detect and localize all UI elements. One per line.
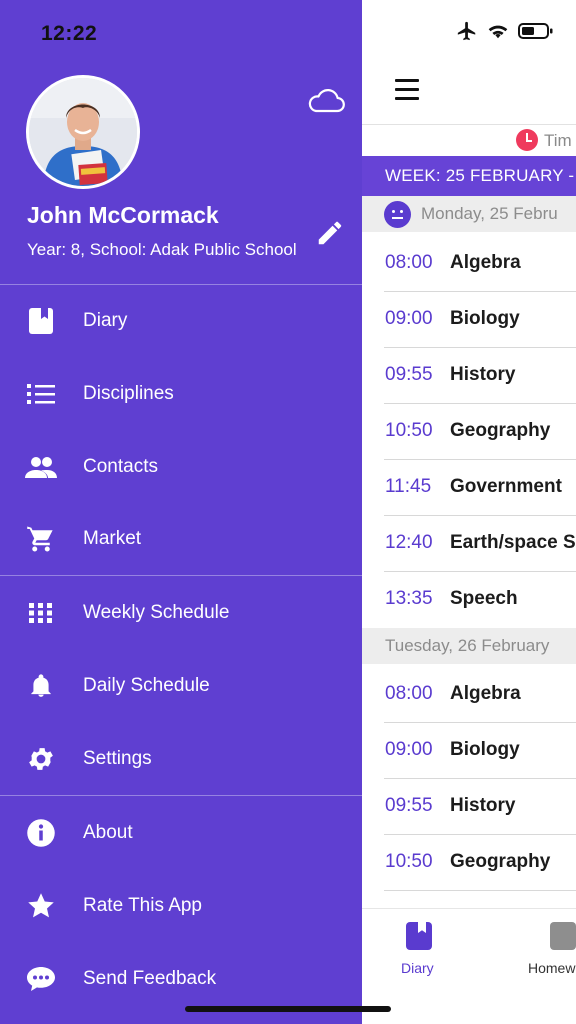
lesson-time: 11:45 bbox=[385, 476, 432, 497]
lesson-row[interactable]: 09:00 Biology bbox=[384, 723, 576, 779]
lesson-subject: Speech bbox=[450, 588, 518, 609]
lesson-subject: Biology bbox=[450, 739, 520, 760]
status-icons bbox=[456, 20, 554, 42]
lesson-row[interactable]: 09:55 History bbox=[384, 779, 576, 835]
day-label: Tuesday, 26 February bbox=[385, 636, 550, 655]
lesson-time: 09:00 bbox=[385, 308, 433, 329]
lesson-time: 08:00 bbox=[385, 252, 433, 273]
airplane-icon bbox=[457, 21, 476, 41]
bell-icon bbox=[25, 670, 57, 702]
lesson-row[interactable]: 09:55 History bbox=[384, 348, 576, 404]
diary-screen: Tim WEEK: 25 FEBRUARY - Monday, 25 Febru… bbox=[362, 0, 576, 1024]
avatar[interactable] bbox=[26, 75, 140, 189]
menu-label: Weekly Schedule bbox=[83, 602, 230, 623]
avatar-image bbox=[29, 78, 137, 186]
menu-icon[interactable] bbox=[395, 79, 419, 101]
pencil-icon[interactable] bbox=[315, 218, 345, 248]
menu-item-settings[interactable]: Settings bbox=[0, 729, 362, 789]
wifi-icon bbox=[488, 25, 508, 39]
menu-item-daily-schedule[interactable]: Daily Schedule bbox=[0, 656, 362, 716]
lesson-row[interactable]: 13:35 Speech bbox=[384, 572, 576, 628]
lesson-row[interactable]: 08:00 Algebra bbox=[384, 667, 576, 723]
menu-label: Rate This App bbox=[83, 895, 203, 916]
divider bbox=[0, 795, 362, 796]
menu-item-market[interactable]: Market bbox=[0, 509, 362, 569]
top-bar bbox=[362, 56, 576, 124]
menu-item-about[interactable]: About bbox=[0, 803, 362, 863]
home-indicator[interactable] bbox=[185, 1006, 391, 1012]
menu-item-weekly-schedule[interactable]: Weekly Schedule bbox=[0, 583, 362, 643]
star-icon bbox=[25, 890, 57, 922]
lesson-subject: Algebra bbox=[450, 252, 521, 273]
lesson-time: 12:40 bbox=[385, 532, 433, 553]
lesson-row[interactable]: 10:50 Geography bbox=[384, 835, 576, 891]
menu-item-rate-app[interactable]: Rate This App bbox=[0, 876, 362, 936]
lesson-subject: Government bbox=[450, 476, 562, 497]
timer-label: Tim bbox=[544, 131, 572, 150]
lesson-subject: History bbox=[450, 795, 516, 816]
menu-item-send-feedback[interactable]: Send Feedback bbox=[0, 949, 362, 1009]
diary-icon bbox=[25, 305, 57, 337]
user-info: Year: 8, School: Adak Public School bbox=[27, 240, 297, 259]
lesson-time: 09:55 bbox=[385, 795, 433, 816]
day-label: Monday, 25 Febru bbox=[421, 204, 558, 223]
timer-row[interactable]: Tim bbox=[362, 124, 576, 156]
battery-icon bbox=[518, 23, 553, 39]
side-drawer: 12:22 John McCormack Year: 8, School: Ad… bbox=[0, 0, 362, 1024]
people-icon bbox=[25, 451, 57, 483]
lesson-row[interactable]: 12:40 Earth/space S bbox=[384, 516, 576, 572]
lesson-subject: History bbox=[450, 364, 516, 385]
homework-tab-icon[interactable] bbox=[550, 922, 576, 950]
lesson-time: 08:00 bbox=[385, 683, 433, 704]
lesson-row[interactable]: 11:45 Government bbox=[384, 460, 576, 516]
menu-label: Market bbox=[83, 528, 142, 549]
status-time: 12:22 bbox=[41, 22, 98, 45]
cart-icon bbox=[25, 523, 57, 555]
lesson-subject: Geography bbox=[450, 851, 551, 872]
lesson-subject: Earth/space S bbox=[450, 532, 576, 553]
cloud-icon[interactable] bbox=[307, 88, 345, 114]
menu-item-diary[interactable]: Diary bbox=[0, 291, 362, 351]
lesson-subject: Biology bbox=[450, 308, 520, 329]
menu-label: About bbox=[83, 822, 133, 843]
lesson-row[interactable]: 09:00 Biology bbox=[384, 292, 576, 348]
tab-diary[interactable]: Diary bbox=[401, 960, 434, 976]
menu-item-disciplines[interactable]: Disciplines bbox=[0, 364, 362, 424]
lesson-time: 09:55 bbox=[385, 364, 433, 385]
tab-homework[interactable]: Homew bbox=[528, 960, 575, 976]
menu-label: Contacts bbox=[83, 456, 158, 477]
lesson-subject: Algebra bbox=[450, 683, 521, 704]
chat-icon bbox=[25, 963, 57, 995]
neutral-face-icon bbox=[384, 201, 411, 228]
lesson-subject: Geography bbox=[450, 420, 551, 441]
grid-icon bbox=[25, 597, 57, 629]
gear-icon bbox=[25, 743, 57, 775]
day-header: Monday, 25 Febru bbox=[362, 196, 576, 232]
lesson-row[interactable]: 10:50 Geography bbox=[384, 404, 576, 460]
menu-item-contacts[interactable]: Contacts bbox=[0, 437, 362, 497]
tab-bar: Diary Homew bbox=[362, 908, 576, 1024]
divider bbox=[0, 284, 362, 285]
list-icon bbox=[25, 378, 57, 410]
week-header: WEEK: 25 FEBRUARY - bbox=[362, 156, 576, 196]
divider bbox=[0, 575, 362, 576]
day-header: Tuesday, 26 February bbox=[362, 628, 576, 664]
lesson-row[interactable]: 08:00 Algebra bbox=[384, 236, 576, 292]
lesson-time: 09:00 bbox=[385, 739, 433, 760]
menu-label: Send Feedback bbox=[83, 968, 217, 989]
info-icon bbox=[25, 817, 57, 849]
lesson-time: 10:50 bbox=[385, 851, 433, 872]
diary-tab-icon[interactable] bbox=[406, 922, 432, 950]
menu-label: Daily Schedule bbox=[83, 675, 210, 696]
menu-label: Disciplines bbox=[83, 383, 174, 404]
user-name: John McCormack bbox=[27, 202, 219, 228]
menu-label: Settings bbox=[83, 748, 152, 769]
clock-icon bbox=[516, 129, 538, 151]
lesson-time: 13:35 bbox=[385, 588, 433, 609]
menu-label: Diary bbox=[83, 310, 128, 331]
lesson-time: 10:50 bbox=[385, 420, 433, 441]
